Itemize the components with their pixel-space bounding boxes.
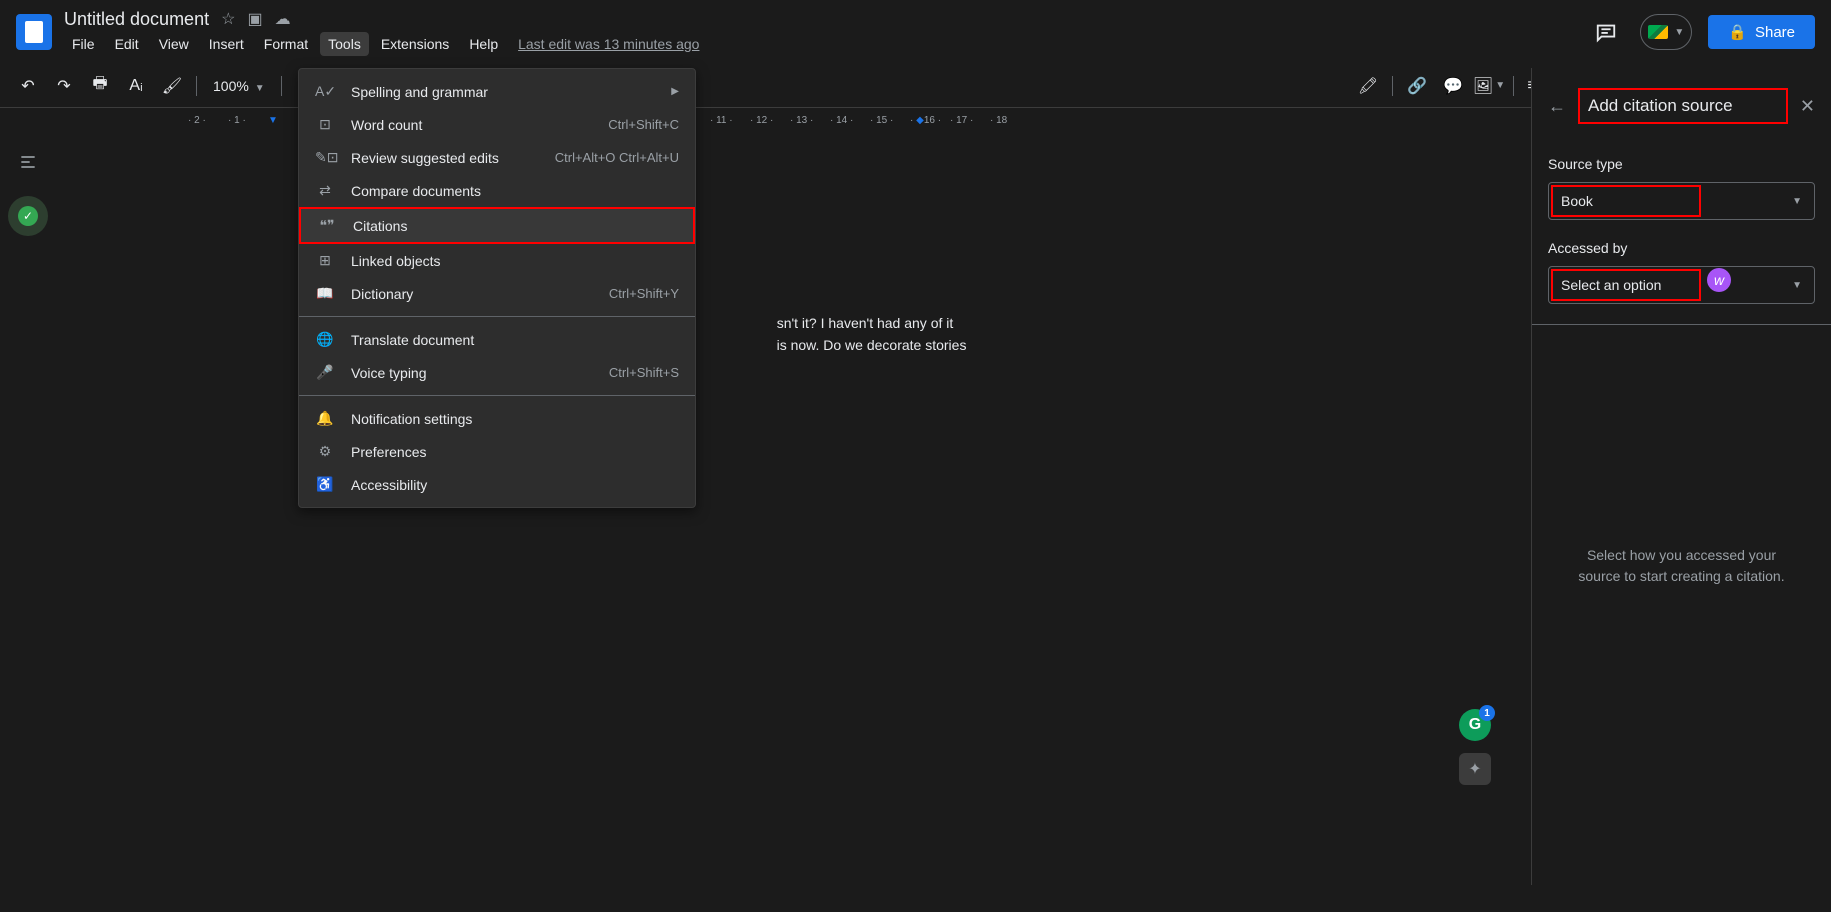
undo-button[interactable]: ↶ [12,70,44,102]
title-area: Untitled document ☆ ▣ ☁ FileEditViewInse… [64,9,1588,56]
menu-edit[interactable]: Edit [107,32,147,56]
menu-item-label: Notification settings [351,411,679,427]
outline-icon[interactable] [18,152,38,172]
close-icon[interactable]: ✕ [1800,96,1815,117]
meet-button[interactable]: ▼ [1640,14,1692,50]
tools-menu-review-suggested-edits[interactable]: ✎⊡ Review suggested edits Ctrl+Alt+O Ctrl+… [299,141,695,174]
w-extension-badge[interactable]: w [1707,268,1731,292]
menu-item-label: Compare documents [351,183,679,199]
explore-badge[interactable]: ✦ [1459,753,1491,785]
menu-shortcut: Ctrl+Shift+C [608,117,679,132]
tools-menu-dictionary[interactable]: 📖 Dictionary Ctrl+Shift+Y [299,277,695,310]
review-icon: ✎⊡ [315,149,335,166]
print-button[interactable]: 🖶 [84,70,116,102]
menu-item-label: Voice typing [351,365,593,381]
badge-count: 1 [1479,705,1495,721]
menu-help[interactable]: Help [461,32,506,56]
panel-helper-text: Select how you accessed your source to s… [1548,545,1815,587]
meet-camera-icon [1648,25,1668,39]
citation-panel: ← Add citation source ✕ Source type Book… [1531,68,1831,885]
submenu-arrow-icon: ▶ [671,86,679,97]
menu-insert[interactable]: Insert [201,32,252,56]
app-header: Untitled document ☆ ▣ ☁ FileEditViewInse… [0,0,1831,64]
status-check-badge[interactable] [8,196,48,236]
tools-menu-compare-documents[interactable]: ⇄ Compare documents [299,174,695,207]
accessed-by-value: Select an option [1561,277,1661,293]
voice-icon: 🎤 [315,364,335,381]
tools-menu-spelling-and-grammar[interactable]: A✓ Spelling and grammar ▶ [299,75,695,108]
menu-shortcut: Ctrl+Alt+O Ctrl+Alt+U [555,150,679,165]
linked-icon: ⊞ [315,252,335,269]
tools-menu-accessibility[interactable]: ♿ Accessibility [299,468,695,501]
left-gutter [0,132,56,885]
menu-item-label: Dictionary [351,286,593,302]
wordcount-icon: ⊡ [315,116,335,133]
tools-dropdown-menu: A✓ Spelling and grammar ▶ ⊡ Word count Ctrl+S… [298,68,696,508]
zoom-select[interactable]: 100% ▼ [205,74,273,98]
menu-file[interactable]: File [64,32,103,56]
lock-icon: 🔒 [1728,23,1747,41]
last-edit-link[interactable]: Last edit was 13 minutes ago [518,36,699,52]
cloud-status-icon[interactable]: ☁ [275,9,291,29]
chevron-down-icon: ▼ [1792,196,1802,207]
comments-icon[interactable] [1588,14,1624,50]
redo-button[interactable]: ↷ [48,70,80,102]
tools-menu-notification-settings[interactable]: 🔔 Notification settings [299,402,695,435]
star-icon[interactable]: ☆ [221,9,235,29]
tools-menu-word-count[interactable]: ⊡ Word count Ctrl+Shift+C [299,108,695,141]
citations-icon: ❝❞ [317,217,337,234]
menu-shortcut: Ctrl+Shift+S [609,365,679,380]
share-button[interactable]: 🔒 Share [1708,15,1815,49]
preferences-icon: ⚙ [315,443,335,460]
translate-icon: 🌐 [315,331,335,348]
move-icon[interactable]: ▣ [247,9,262,29]
dictionary-icon: 📖 [315,285,335,302]
source-type-value: Book [1561,193,1593,209]
highlight-button[interactable]: 🖍 [1352,70,1384,102]
accessed-by-select[interactable]: Select an option ▼ [1548,266,1815,304]
tools-menu-translate-document[interactable]: 🌐 Translate document [299,323,695,356]
tools-menu-citations[interactable]: ❝❞ Citations [299,207,695,244]
spellcheck-button[interactable]: Aᵢ [120,70,152,102]
notification-icon: 🔔 [315,410,335,427]
tools-menu-preferences[interactable]: ⚙ Preferences [299,435,695,468]
link-button[interactable]: 🔗 [1401,70,1433,102]
menu-bar: FileEditViewInsertFormatToolsExtensionsH… [64,32,1588,56]
tools-menu-voice-typing[interactable]: 🎤 Voice typing Ctrl+Shift+S [299,356,695,389]
menu-item-label: Preferences [351,444,679,460]
menu-view[interactable]: View [151,32,197,56]
menu-divider [299,316,695,317]
share-label: Share [1755,24,1795,41]
menu-divider [299,395,695,396]
back-arrow-icon[interactable]: ← [1548,96,1566,117]
floating-badges: G 1 ✦ [1459,709,1491,785]
menu-format[interactable]: Format [256,32,316,56]
comment-button[interactable]: 💬 [1437,70,1469,102]
compare-icon: ⇄ [315,182,335,199]
image-button[interactable]: 🖼▼ [1473,70,1505,102]
source-type-label: Source type [1548,156,1815,172]
menu-item-label: Citations [353,218,677,234]
menu-item-label: Review suggested edits [351,150,539,166]
menu-item-label: Translate document [351,332,679,348]
accessed-by-label: Accessed by [1548,240,1815,256]
document-title[interactable]: Untitled document [64,9,209,30]
spellcheck-icon: A✓ [315,83,335,100]
docs-logo-icon[interactable] [16,14,52,50]
menu-item-label: Accessibility [351,477,679,493]
menu-item-label: Linked objects [351,253,679,269]
paint-format-button[interactable]: 🖌 [156,70,188,102]
menu-tools[interactable]: Tools [320,32,369,56]
chevron-down-icon: ▼ [1674,27,1684,38]
menu-item-label: Word count [351,117,592,133]
menu-shortcut: Ctrl+Shift+Y [609,286,679,301]
tools-menu-linked-objects[interactable]: ⊞ Linked objects [299,244,695,277]
accessibility-icon: ♿ [315,476,335,493]
chevron-down-icon: ▼ [1792,280,1802,291]
menu-item-label: Spelling and grammar [351,84,655,100]
source-type-select[interactable]: Book ▼ [1548,182,1815,220]
panel-title: Add citation source [1578,88,1788,124]
menu-extensions[interactable]: Extensions [373,32,457,56]
grammarly-badge[interactable]: G 1 [1459,709,1491,741]
